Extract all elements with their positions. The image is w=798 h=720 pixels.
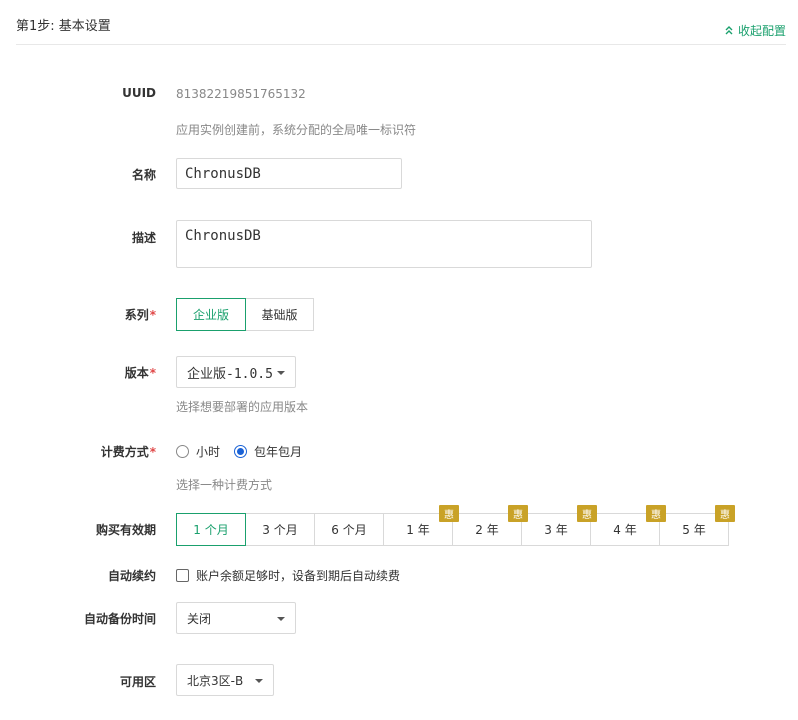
radio-checked-icon (234, 445, 248, 458)
discount-badge: 惠 (646, 505, 666, 522)
period-option-label: 4 年 (613, 523, 637, 537)
period-option-label: 3 个月 (262, 523, 298, 537)
caret-down-icon (255, 679, 263, 683)
auto-renew-label: 自动续约 (107, 569, 156, 583)
version-select[interactable]: 企业版-1.0.5 (176, 356, 296, 388)
section-header: 第1步: 基本设置 收起配置 (16, 0, 786, 45)
description-label: 描述 (131, 231, 156, 245)
backup-time-selected: 关闭 (187, 611, 212, 626)
billing-option-hourly[interactable]: 小时 (176, 443, 220, 460)
backup-time-label: 自动备份时间 (83, 612, 156, 626)
collapse-config-label: 收起配置 (737, 24, 786, 38)
required-mark: * (149, 445, 156, 459)
discount-badge: 惠 (439, 505, 459, 522)
auto-renew-text: 账户余额足够时，设备到期后自动续费 (196, 569, 401, 583)
uuid-hint: 应用实例创建前，系统分配的全局唯一标识符 (176, 123, 417, 137)
uuid-label: UUID (122, 86, 156, 100)
billing-option-monthly-label: 包年包月 (254, 445, 303, 459)
uuid-value: 81382219851765132 (176, 87, 306, 101)
billing-label: 计费方式* (0, 443, 156, 460)
zone-select[interactable]: 北京3区-B (176, 664, 274, 696)
version-label: 版本* (0, 364, 156, 381)
collapse-config-link[interactable]: 收起配置 (725, 22, 786, 39)
discount-badge: 惠 (715, 505, 735, 522)
version-label-text: 版本 (124, 366, 149, 380)
billing-radio-group: 小时 包年包月 (176, 443, 316, 460)
series-selector: 企业版 基础版 (176, 298, 314, 331)
step-title: 第1步: 基本设置 (16, 19, 111, 34)
checkbox-icon (176, 569, 189, 582)
series-option-enterprise[interactable]: 企业版 (176, 298, 246, 331)
caret-down-icon (277, 617, 285, 621)
period-option-3-years[interactable]: 3 年惠 (521, 505, 597, 546)
period-option-label: 2 年 (475, 523, 499, 537)
billing-label-text: 计费方式 (100, 445, 149, 459)
discount-badge: 惠 (577, 505, 597, 522)
name-input[interactable] (176, 158, 402, 189)
period-option-5-years[interactable]: 5 年惠 (659, 505, 735, 546)
period-label: 购买有效期 (95, 523, 156, 537)
radio-circle-icon (176, 445, 189, 458)
required-mark: * (149, 308, 156, 322)
period-option-4-years[interactable]: 4 年惠 (590, 505, 666, 546)
required-mark: * (149, 366, 156, 380)
series-label-text: 系列 (124, 308, 149, 322)
caret-down-icon (277, 371, 285, 375)
auto-renew-checkbox[interactable]: 账户余额足够时，设备到期后自动续费 (176, 567, 400, 584)
period-option-1-year[interactable]: 1 年惠 (383, 505, 459, 546)
series-option-basic[interactable]: 基础版 (245, 298, 314, 331)
billing-option-hourly-label: 小时 (196, 445, 221, 459)
period-option-3-months[interactable]: 3 个月 (245, 513, 315, 546)
period-option-1-month[interactable]: 1 个月 (176, 513, 246, 546)
version-selected: 企业版-1.0.5 (187, 366, 273, 382)
period-option-label: 5 年 (682, 523, 706, 537)
billing-hint: 选择一种计费方式 (176, 478, 273, 492)
backup-time-select[interactable]: 关闭 (176, 602, 296, 634)
billing-option-monthly[interactable]: 包年包月 (234, 443, 302, 460)
name-label: 名称 (131, 168, 156, 182)
period-option-2-years[interactable]: 2 年惠 (452, 505, 528, 546)
series-label: 系列* (0, 306, 156, 323)
period-option-label: 6 个月 (331, 523, 367, 537)
discount-badge: 惠 (508, 505, 528, 522)
version-hint: 选择想要部署的应用版本 (176, 400, 309, 414)
zone-selected: 北京3区-B (187, 673, 244, 688)
period-option-label: 3 年 (544, 523, 568, 537)
period-option-6-months[interactable]: 6 个月 (314, 513, 384, 546)
period-option-label: 1 个月 (193, 523, 229, 537)
zone-label: 可用区 (119, 675, 156, 689)
double-chevron-up-icon (725, 26, 733, 35)
description-textarea[interactable]: ChronusDB (176, 220, 592, 268)
period-option-label: 1 年 (406, 523, 430, 537)
period-selector: 1 个月 3 个月 6 个月 1 年惠 2 年惠 3 年惠 4 年惠 5 年惠 (176, 505, 735, 546)
